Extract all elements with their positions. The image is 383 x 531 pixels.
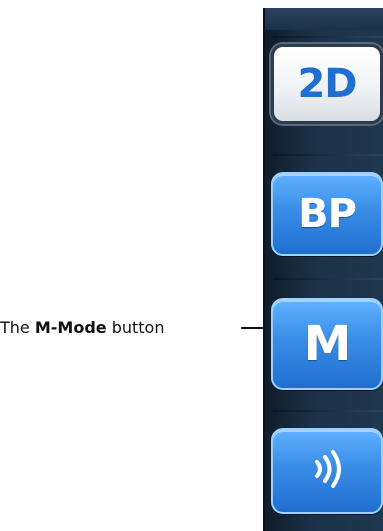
m-mode-callout-label: The M-Mode button bbox=[0, 316, 240, 340]
callout-prefix: The bbox=[0, 318, 35, 337]
mode-toolbar: 2D BP M bbox=[263, 8, 383, 531]
toolbar-divider bbox=[273, 154, 383, 156]
2d-mode-button[interactable]: 2D bbox=[271, 44, 383, 124]
2d-mode-label: 2D bbox=[297, 61, 357, 107]
m-mode-button[interactable]: M bbox=[271, 298, 383, 390]
toolbar-divider bbox=[273, 278, 383, 280]
m-mode-button-label: M bbox=[303, 316, 352, 372]
toolbar-divider bbox=[273, 410, 383, 412]
bp-button-label: BP bbox=[298, 191, 357, 237]
callout-suffix: button bbox=[106, 318, 165, 337]
callout-bold-term: M-Mode bbox=[34, 318, 107, 337]
sound-waves-icon bbox=[307, 445, 347, 497]
audio-button[interactable] bbox=[271, 428, 383, 514]
toolbar-divider bbox=[273, 36, 383, 38]
bp-button[interactable]: BP bbox=[271, 172, 383, 256]
